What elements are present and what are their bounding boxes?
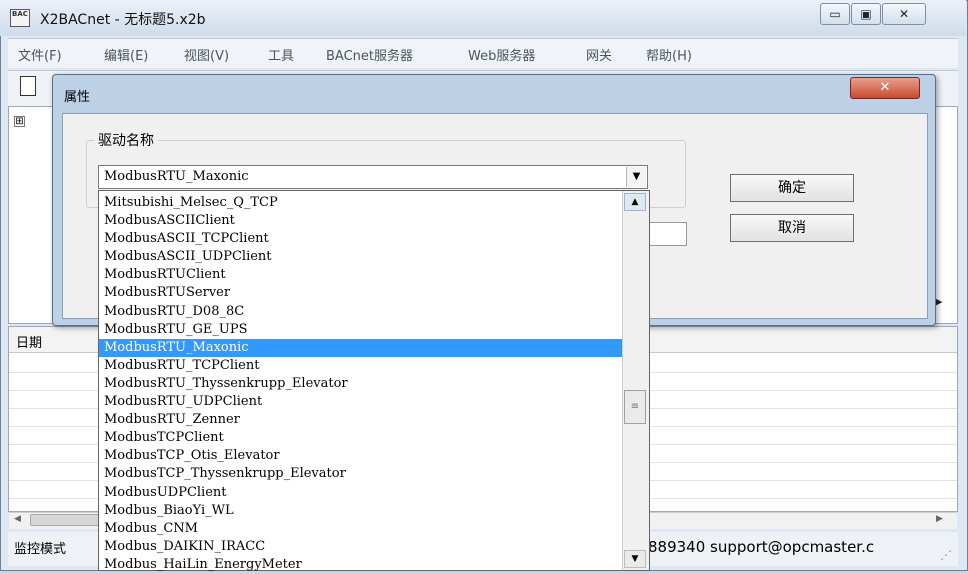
scroll-down-icon[interactable]: ▼ [624, 550, 646, 568]
maximize-button[interactable]: ▣ [851, 3, 881, 25]
driver-option[interactable]: Modbus_CNM [99, 520, 623, 538]
scroll-left-icon[interactable]: ◀ [14, 514, 21, 524]
horizontal-scroll-thumb[interactable] [30, 514, 100, 526]
driver-option[interactable]: ModbusRTU_Maxonic [99, 338, 623, 357]
driver-option[interactable]: ModbusUDPClient [99, 484, 623, 502]
driver-option[interactable]: ModbusRTUServer [99, 284, 623, 302]
driver-option[interactable]: ModbusASCII_TCPClient [99, 230, 623, 248]
driver-option[interactable]: ModbusRTU_D08_8C [99, 303, 623, 321]
menu-help[interactable]: 帮助(H) [646, 45, 692, 64]
menu-bar: 文件(F) 编辑(E) 视图(V) 工具 BACnet服务器 Web服务器 网关… [8, 38, 958, 68]
driver-option[interactable]: ModbusASCII_UDPClient [99, 248, 623, 266]
driver-select-value[interactable]: ModbusRTU_Maxonic [104, 169, 249, 184]
menu-bacnet-server[interactable]: BACnet服务器 [326, 45, 413, 64]
status-mode: 监控模式 [14, 542, 67, 557]
log-column-date[interactable]: 日期 [16, 332, 42, 351]
resize-grip-icon[interactable]: ⋰ [940, 548, 952, 562]
menu-file[interactable]: 文件(F) [18, 45, 62, 64]
driver-option[interactable]: Modbus_HaiLin_EnergyMeter [99, 556, 623, 574]
driver-option[interactable]: ModbusRTU_Thyssenkrupp_Elevator [99, 375, 623, 393]
dropdown-scrollbar[interactable] [622, 191, 649, 570]
driver-option[interactable]: ModbusTCPClient [99, 429, 623, 447]
app-icon: BAC [10, 9, 30, 27]
dropdown-scroll-thumb[interactable]: ≡ [624, 390, 646, 424]
new-document-icon[interactable] [20, 76, 36, 96]
dialog-title: 属性 [64, 90, 91, 105]
scroll-up-icon[interactable]: ▲ [624, 193, 646, 211]
window-title: X2BACnet - 无标题5.x2b [40, 12, 206, 28]
driver-option[interactable]: Mitsubishi_Melsec_Q_TCP [99, 194, 623, 212]
driver-option[interactable]: ModbusRTUClient [99, 266, 623, 284]
driver-option[interactable]: ModbusTCP_Thyssenkrupp_Elevator [99, 465, 623, 483]
menu-gateway[interactable]: 网关 [586, 45, 612, 64]
driver-name-label: 驱动名称 [94, 130, 158, 150]
driver-option[interactable]: Modbus_DAIKIN_IRACC [99, 538, 623, 556]
dialog-input-field[interactable] [645, 222, 687, 246]
chevron-down-icon[interactable]: ▼ [626, 167, 646, 187]
menu-tools[interactable]: 工具 [268, 45, 294, 64]
driver-dropdown-list[interactable]: Mitsubishi_Melsec_Q_TCP ModbusASCIIClient… [98, 190, 650, 574]
driver-option[interactable]: ModbusRTU_GE_UPS [99, 321, 623, 339]
driver-option[interactable]: Modbus_BiaoYi_WL [99, 502, 623, 520]
ok-button[interactable]: 确定 [730, 174, 854, 202]
dialog-close-button[interactable]: ✕ [850, 77, 920, 99]
scroll-right-icon[interactable]: ▶ [936, 514, 943, 524]
menu-edit[interactable]: 编辑(E) [104, 45, 148, 64]
driver-option[interactable]: ModbusRTU_Zenner [99, 411, 623, 429]
driver-option[interactable]: ModbusASCIIClient [99, 212, 623, 230]
driver-option[interactable]: ModbusRTU_UDPClient [99, 393, 623, 411]
driver-option[interactable]: ModbusTCP_Otis_Elevator [99, 447, 623, 465]
status-contact: 889340 support@opcmaster.c [648, 538, 875, 556]
close-window-button[interactable]: ✕ [882, 3, 926, 25]
minimize-button[interactable]: ▭ [820, 3, 850, 25]
menu-web-server[interactable]: Web服务器 [468, 45, 535, 64]
expand-icon[interactable]: ⊞ [14, 116, 25, 127]
driver-option[interactable]: ModbusRTU_TCPClient [99, 357, 623, 375]
menu-view[interactable]: 视图(V) [184, 45, 229, 64]
cancel-button[interactable]: 取消 [730, 214, 854, 242]
driver-options: Mitsubishi_Melsec_Q_TCP ModbusASCIIClient… [99, 194, 623, 574]
